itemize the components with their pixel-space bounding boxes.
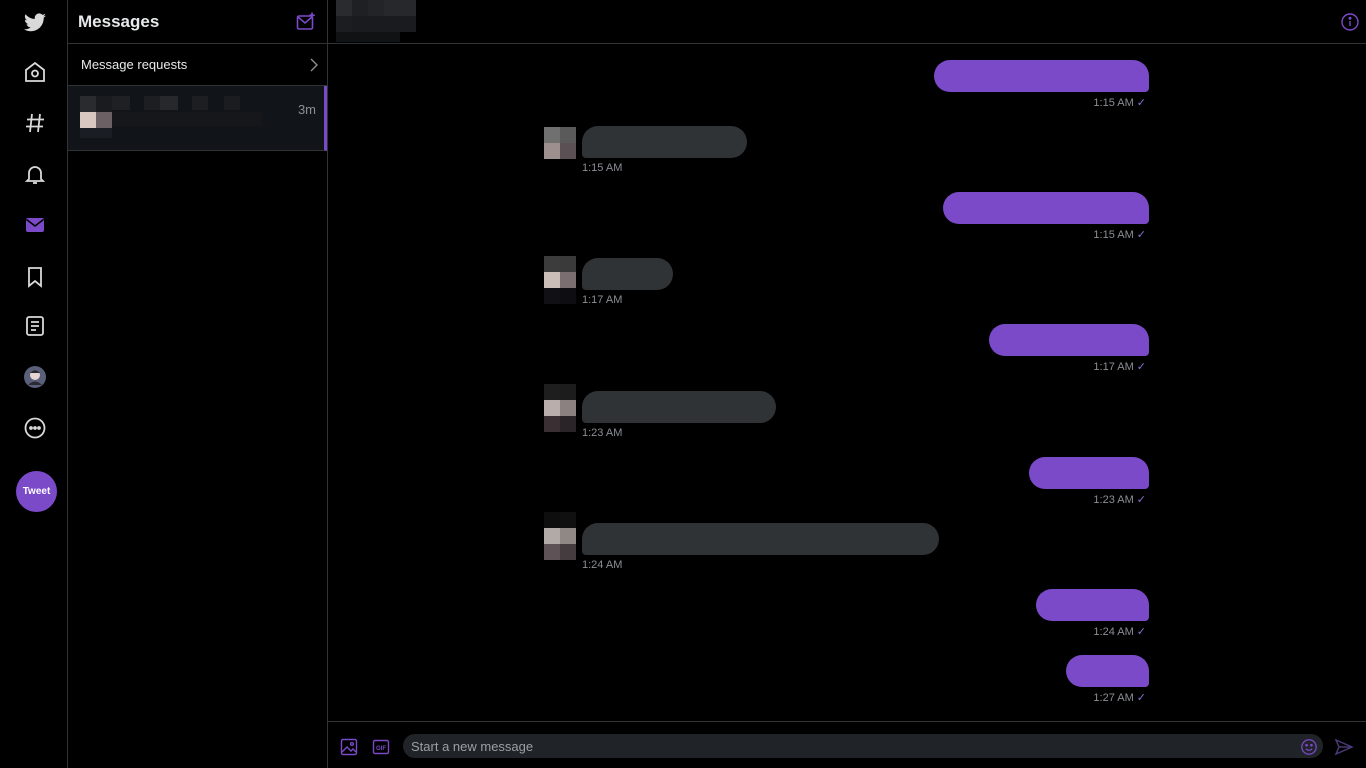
conversation-item[interactable]: 3m <box>68 86 327 151</box>
message-timestamp: 1:15 AM ✓ <box>1093 97 1146 109</box>
message-timestamp: 1:17 AM <box>582 294 623 306</box>
incoming-message-bubble[interactable] <box>582 258 673 290</box>
emoji-icon[interactable] <box>1300 738 1318 756</box>
messages-envelope-icon[interactable] <box>22 212 48 238</box>
conversations-panel: Messages Message requests 3m <box>68 0 328 768</box>
chat-panel: 1:15 AM ✓ 1:15 AM 1:15 AM ✓ 1:17 AM 1:17 A… <box>328 0 1366 768</box>
tweet-button[interactable]: Tweet <box>16 471 57 512</box>
left-nav: Tweet <box>0 0 68 768</box>
incoming-message-bubble[interactable] <box>582 391 776 423</box>
gif-icon[interactable]: GIF <box>371 737 391 757</box>
conversation-time: 3m <box>297 102 316 117</box>
outgoing-message-bubble[interactable] <box>989 324 1149 356</box>
lists-icon[interactable] <box>22 313 48 339</box>
send-icon[interactable] <box>1334 737 1354 757</box>
outgoing-message-bubble[interactable] <box>1036 589 1149 621</box>
message-timestamp: 1:27 AM ✓ <box>1093 692 1146 704</box>
incoming-message-bubble[interactable] <box>582 523 939 555</box>
bookmarks-icon[interactable] <box>22 264 48 290</box>
message-timestamp: 1:24 AM <box>582 559 623 571</box>
image-upload-icon[interactable] <box>339 737 359 757</box>
more-options-icon[interactable] <box>22 415 48 441</box>
outgoing-message-bubble[interactable] <box>943 192 1149 224</box>
sender-avatar[interactable] <box>544 384 576 432</box>
message-timestamp: 1:23 AM ✓ <box>1093 494 1146 506</box>
incoming-message-bubble[interactable] <box>582 126 747 158</box>
notifications-bell-icon[interactable] <box>22 161 48 187</box>
chat-header <box>328 0 1366 44</box>
message-timestamp: 1:17 AM ✓ <box>1093 361 1146 373</box>
chevron-right-icon <box>309 58 319 72</box>
new-message-icon[interactable] <box>296 12 316 32</box>
message-requests-label: Message requests <box>81 57 188 72</box>
message-timestamp: 1:15 AM <box>582 162 623 174</box>
message-timestamp: 1:23 AM <box>582 427 623 439</box>
explore-hashtag-icon[interactable] <box>22 110 48 136</box>
message-timestamp: 1:24 AM ✓ <box>1093 626 1146 638</box>
outgoing-message-bubble[interactable] <box>1066 655 1149 687</box>
profile-avatar[interactable] <box>22 364 48 390</box>
message-composer: GIF <box>328 721 1366 768</box>
home-icon[interactable] <box>22 59 48 85</box>
info-icon[interactable] <box>1340 12 1360 32</box>
sender-avatar[interactable] <box>544 256 576 304</box>
outgoing-message-bubble[interactable] <box>1029 457 1149 489</box>
twitter-logo-icon[interactable] <box>22 10 48 36</box>
message-input[interactable] <box>403 734 1323 758</box>
conversations-header: Messages <box>68 0 327 44</box>
page-title: Messages <box>78 12 160 31</box>
message-timestamp: 1:15 AM ✓ <box>1093 229 1146 241</box>
svg-text:GIF: GIF <box>376 746 386 752</box>
sender-avatar[interactable] <box>544 127 576 175</box>
outgoing-message-bubble[interactable] <box>934 60 1149 92</box>
sender-avatar[interactable] <box>544 512 576 560</box>
message-requests-link[interactable]: Message requests <box>68 44 327 86</box>
